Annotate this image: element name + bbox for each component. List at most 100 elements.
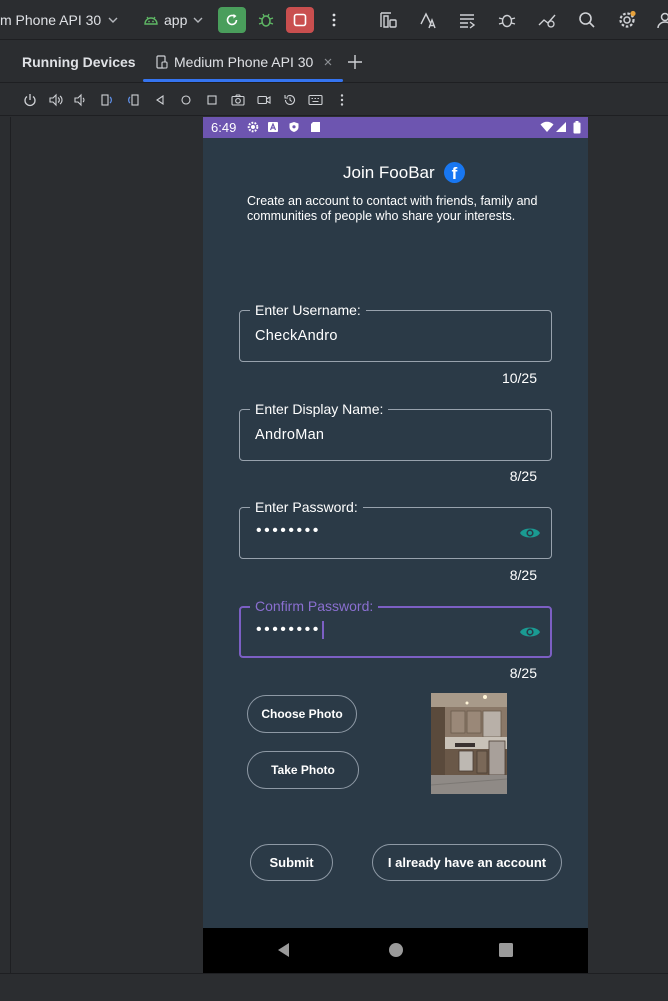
password-label: Enter Password:: [250, 499, 363, 515]
power-icon: [24, 94, 36, 107]
facebook-logo-icon: f: [444, 162, 465, 183]
close-icon[interactable]: [323, 57, 333, 67]
volume-down-button[interactable]: [71, 91, 89, 109]
screen-record-button[interactable]: [255, 91, 273, 109]
volume-down-icon: [74, 93, 85, 107]
have-account-button[interactable]: I already have an account: [372, 844, 562, 881]
history-icon: [284, 94, 296, 105]
overview-square-icon: [207, 95, 217, 105]
confirm-password-counter: 8/25: [509, 665, 537, 681]
chevron-down-icon: [108, 17, 118, 23]
add-tab-icon[interactable]: [347, 54, 363, 70]
panel-title: Running Devices: [22, 54, 136, 70]
page-subtitle: Create an account to contact with friend…: [247, 194, 538, 223]
apply-changes-button[interactable]: [218, 7, 246, 33]
bug-outline-icon: [498, 14, 516, 28]
list-icon: [460, 14, 476, 29]
logcat-button[interactable]: [455, 8, 479, 32]
display-name-field[interactable]: Enter Display Name: AndroMan: [239, 401, 552, 461]
rotate-left-button[interactable]: [98, 91, 116, 109]
username-input[interactable]: CheckAndro: [255, 328, 338, 344]
running-devices-tabbar: Running Devices Medium Phone API 30: [0, 41, 668, 83]
display-name-input[interactable]: AndroMan: [255, 427, 324, 443]
take-photo-button[interactable]: Take Photo: [247, 751, 359, 789]
video-camera-icon: [257, 95, 271, 105]
run-config-label: app: [164, 12, 188, 28]
volume-up-button[interactable]: [47, 91, 65, 109]
stop-button[interactable]: [286, 7, 314, 33]
screenshot-button[interactable]: [229, 91, 247, 109]
run-config-selector[interactable]: app: [143, 0, 204, 40]
device-toolbar: [0, 84, 668, 116]
tab-medium-phone[interactable]: Medium Phone API 30: [143, 41, 343, 83]
more-vertical-icon: [332, 13, 336, 27]
page-title: Join FooBar: [343, 163, 435, 182]
gear-icon: [619, 10, 636, 28]
battery-icon: [573, 121, 581, 134]
rotate-right-icon: [128, 94, 139, 106]
eye-icon[interactable]: [519, 523, 541, 543]
submit-button[interactable]: Submit: [250, 844, 333, 881]
android-status-bar: 6:49: [203, 117, 588, 138]
app-inspection-button[interactable]: [535, 8, 559, 32]
confirm-password-field[interactable]: Confirm Password: ••••••••: [239, 598, 552, 658]
choose-photo-button[interactable]: Choose Photo: [247, 695, 357, 733]
snapshot-button[interactable]: [281, 91, 299, 109]
sd-card-icon: [311, 122, 320, 132]
emulator-screen[interactable]: 6:49 Join FooBar f Create an account to …: [203, 117, 588, 973]
confirm-password-label: Confirm Password:: [250, 598, 379, 614]
profile-photo-preview: [431, 693, 507, 794]
shield-icon: [289, 122, 299, 132]
display-name-label: Enter Display Name:: [250, 401, 389, 417]
nav-back-icon[interactable]: [276, 942, 292, 958]
main-toolbar: m Phone API 30 app: [0, 0, 668, 40]
tool-window-stripe: [0, 117, 11, 973]
inspection-icon: [538, 14, 556, 28]
back-triangle-icon: [156, 94, 164, 106]
home-circle-icon: [181, 95, 191, 105]
status-bar-ide: [0, 973, 668, 1001]
username-field[interactable]: Enter Username: CheckAndro: [239, 302, 552, 362]
username-counter: 10/25: [501, 370, 537, 386]
username-label: Enter Username:: [250, 302, 366, 318]
translate-button[interactable]: [416, 8, 440, 32]
rotate-left-icon: [101, 94, 112, 106]
device-selector[interactable]: m Phone API 30: [0, 0, 119, 40]
eye-icon[interactable]: [519, 622, 541, 642]
translate-icon: [420, 12, 436, 29]
keyboard-button[interactable]: [307, 91, 325, 109]
device-icon: [156, 55, 168, 69]
rotate-right-button[interactable]: [124, 91, 142, 109]
overview-button[interactable]: [203, 91, 221, 109]
password-input[interactable]: ••••••••: [256, 522, 321, 540]
rerun-icon: [226, 14, 238, 26]
tab-label: Medium Phone API 30: [174, 54, 314, 70]
signal-icon: [556, 122, 566, 132]
power-button[interactable]: [21, 91, 39, 109]
settings-notification-icon: [247, 121, 259, 133]
back-button[interactable]: [151, 91, 169, 109]
nav-recents-icon[interactable]: [498, 942, 514, 958]
account-button[interactable]: [653, 8, 668, 32]
camera-icon: [231, 94, 245, 106]
android-module-icon: [144, 16, 158, 25]
text-cursor: [321, 621, 324, 639]
status-time: 6:49: [211, 120, 237, 135]
profiler-button[interactable]: [495, 8, 519, 32]
android-nav-bar: [203, 928, 588, 973]
confirm-password-input[interactable]: ••••••••: [256, 621, 324, 639]
debug-button[interactable]: [254, 8, 278, 32]
nav-home-icon[interactable]: [388, 942, 404, 958]
bug-icon: [258, 13, 274, 27]
home-button[interactable]: [177, 91, 195, 109]
user-icon: [657, 12, 668, 29]
more-actions-button[interactable]: [322, 8, 346, 32]
device-selector-label: m Phone API 30: [0, 12, 102, 28]
device-more-button[interactable]: [333, 91, 351, 109]
password-field[interactable]: Enter Password: ••••••••: [239, 499, 552, 559]
search-button[interactable]: [575, 8, 599, 32]
stop-icon: [293, 13, 307, 27]
search-icon: [579, 12, 595, 28]
device-manager-button[interactable]: [376, 8, 400, 32]
settings-button[interactable]: [615, 8, 639, 32]
